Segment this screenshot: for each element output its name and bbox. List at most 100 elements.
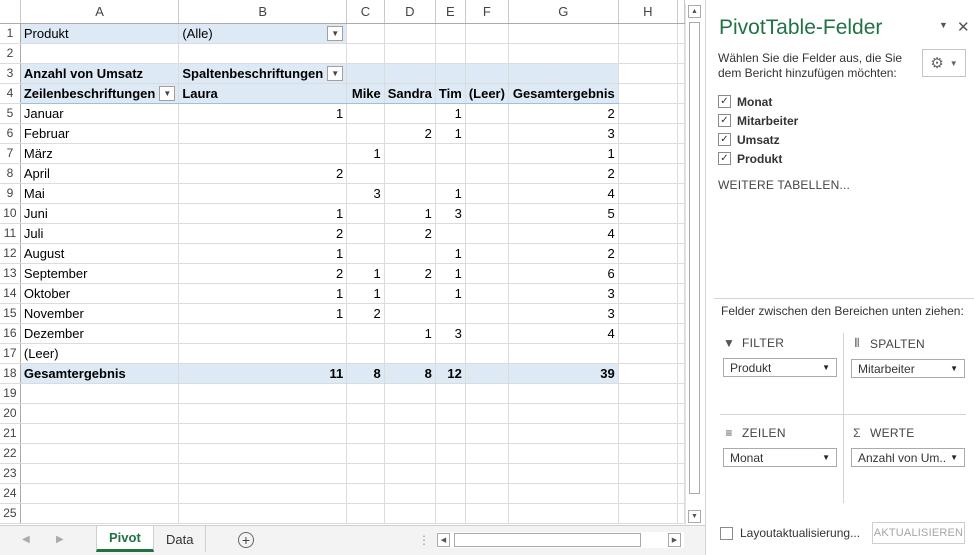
cell-h14[interactable] xyxy=(618,283,679,304)
cell-a16[interactable]: Dezember xyxy=(20,323,180,344)
cell-e22[interactable] xyxy=(435,443,466,464)
column-header-a[interactable]: A xyxy=(20,0,180,24)
cell-d20[interactable] xyxy=(384,403,436,424)
cell-h10[interactable] xyxy=(618,203,679,224)
cell-g19[interactable] xyxy=(508,383,619,404)
sheet-tab-pivot[interactable]: Pivot xyxy=(96,526,154,552)
cell-b21[interactable] xyxy=(178,423,348,444)
cell-f11[interactable] xyxy=(465,223,509,244)
vertical-scroll-thumb[interactable] xyxy=(689,22,700,494)
field-item-monat[interactable]: ✓ Monat xyxy=(718,92,798,111)
cell-f12[interactable] xyxy=(465,243,509,264)
more-tables-link[interactable]: WEITERE TABELLEN... xyxy=(718,178,850,192)
cell-b14[interactable]: 1 xyxy=(178,283,348,304)
pane-splitter[interactable] xyxy=(714,298,974,299)
scroll-right-arrow-icon[interactable]: ▶ xyxy=(668,533,681,547)
cell-g20[interactable] xyxy=(508,403,619,424)
cell-f15[interactable] xyxy=(465,303,509,324)
cell-f7[interactable] xyxy=(465,143,509,164)
cell-e3[interactable] xyxy=(435,63,466,84)
cell-c24[interactable] xyxy=(346,483,385,504)
cell-b16[interactable] xyxy=(178,323,348,344)
cell-d22[interactable] xyxy=(384,443,436,464)
cell-d14[interactable] xyxy=(384,283,436,304)
cell-g25[interactable] xyxy=(508,503,619,524)
cell-b7[interactable] xyxy=(178,143,348,164)
cell-b10[interactable]: 1 xyxy=(178,203,348,224)
cell-a22[interactable] xyxy=(20,443,180,464)
cell-f23[interactable] xyxy=(465,463,509,484)
cell-e25[interactable] xyxy=(435,503,466,524)
vertical-scrollbar[interactable]: ▲ ▼ xyxy=(685,4,702,526)
cell-g15[interactable]: 3 xyxy=(508,303,619,324)
cell-a15[interactable]: November xyxy=(20,303,180,324)
column-header-c[interactable]: C xyxy=(346,0,385,24)
sheet-tab-data[interactable]: Data xyxy=(154,526,207,552)
cell-h17[interactable] xyxy=(618,343,679,364)
cell-g17[interactable] xyxy=(508,343,619,364)
row-header[interactable]: 24 xyxy=(0,483,21,504)
row-header[interactable]: 25 xyxy=(0,503,21,524)
cell-c13[interactable]: 1 xyxy=(346,263,385,284)
cell-c9[interactable]: 3 xyxy=(346,183,385,204)
worksheet-grid[interactable]: ABCDEFGH 1 Produkt (Alle) ▼ 2 3 Anzahl von Ums… xyxy=(0,0,685,524)
row-header[interactable]: 22 xyxy=(0,443,21,464)
cell-d1[interactable] xyxy=(384,23,436,44)
cell-d19[interactable] xyxy=(384,383,436,404)
cell-c8[interactable] xyxy=(346,163,385,184)
cell-f9[interactable] xyxy=(465,183,509,204)
cell-a13[interactable]: September xyxy=(20,263,180,284)
rows-field-dropdown[interactable]: Monat ▼ xyxy=(723,448,837,467)
cell-f5[interactable] xyxy=(465,103,509,124)
cell-g22[interactable] xyxy=(508,443,619,464)
cell-d13[interactable]: 2 xyxy=(384,263,436,284)
cell-d7[interactable] xyxy=(384,143,436,164)
cell-e2[interactable] xyxy=(435,43,466,64)
tab-scroll-right-icon[interactable]: ▶ xyxy=(56,534,64,545)
cell-d17[interactable] xyxy=(384,343,436,364)
cell-f21[interactable] xyxy=(465,423,509,444)
field-item-mitarbeiter[interactable]: ✓ Mitarbeiter xyxy=(718,111,798,130)
cell-f22[interactable] xyxy=(465,443,509,464)
cell-e19[interactable] xyxy=(435,383,466,404)
cell-b18[interactable]: 11 xyxy=(178,362,348,384)
cell-b2[interactable] xyxy=(178,43,348,64)
cell-b5[interactable]: 1 xyxy=(178,103,348,124)
cell-h16[interactable] xyxy=(618,323,679,344)
cell-e7[interactable] xyxy=(435,143,466,164)
values-area[interactable]: Σ WERTE Anzahl von Um... ▼ xyxy=(851,426,965,467)
cell-a12[interactable]: August xyxy=(20,243,180,264)
row-header[interactable]: 10 xyxy=(0,203,21,224)
column-header-g[interactable]: G xyxy=(508,0,619,24)
pane-options-chevron-down-icon[interactable]: ▼ xyxy=(939,20,948,30)
row-header[interactable]: 5 xyxy=(0,103,21,124)
cell-d12[interactable] xyxy=(384,243,436,264)
cell-g3[interactable] xyxy=(508,63,619,84)
cell-h6[interactable] xyxy=(618,123,679,144)
cell-c4[interactable]: Mike xyxy=(346,83,385,104)
cell-e14[interactable]: 1 xyxy=(435,283,466,304)
filter-dropdown-icon[interactable]: ▼ xyxy=(159,85,176,101)
cell-e12[interactable]: 1 xyxy=(435,243,466,264)
cell-f6[interactable] xyxy=(465,123,509,144)
cell-b25[interactable] xyxy=(178,503,348,524)
field-list-settings-button[interactable]: ⚙ ▼ xyxy=(922,49,966,77)
cell-e9[interactable]: 1 xyxy=(435,183,466,204)
cell-g2[interactable] xyxy=(508,43,619,64)
cell-d23[interactable] xyxy=(384,463,436,484)
cell-b24[interactable] xyxy=(178,483,348,504)
cell-a18[interactable]: Gesamtergebnis xyxy=(20,362,180,384)
cell-c6[interactable] xyxy=(346,123,385,144)
cell-d25[interactable] xyxy=(384,503,436,524)
cell-f25[interactable] xyxy=(465,503,509,524)
add-sheet-icon[interactable]: + xyxy=(238,532,254,548)
row-header[interactable]: 3 xyxy=(0,63,21,84)
cell-c19[interactable] xyxy=(346,383,385,404)
cell-h5[interactable] xyxy=(618,103,679,124)
cell-h12[interactable] xyxy=(618,243,679,264)
cell-h25[interactable] xyxy=(618,503,679,524)
columns-area[interactable]: ⦀ SPALTEN Mitarbeiter ▼ xyxy=(851,336,965,378)
checkbox-checked-icon[interactable]: ✓ xyxy=(718,114,731,127)
rows-area[interactable]: ≡ ZEILEN Monat ▼ xyxy=(723,426,837,467)
cell-a5[interactable]: Januar xyxy=(20,103,180,124)
